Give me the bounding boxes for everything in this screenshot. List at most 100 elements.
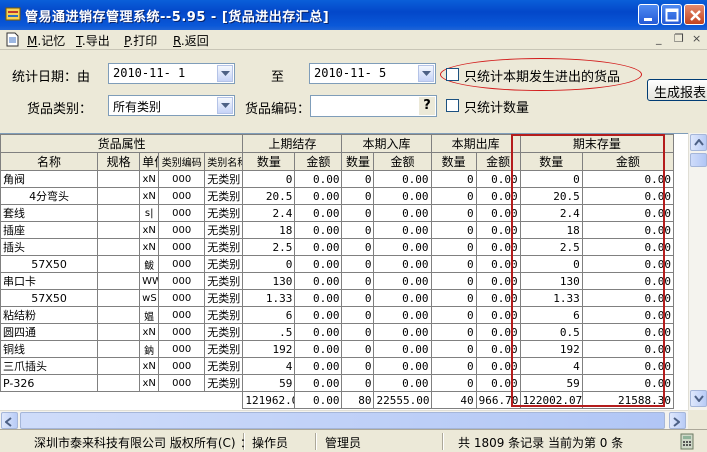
mdi-restore-button[interactable]: ❐ xyxy=(674,32,684,45)
table-cell[interactable]: 0.00 xyxy=(475,374,521,392)
table-cell[interactable]: 18 xyxy=(242,221,296,239)
table-cell[interactable]: 鈉 xyxy=(139,340,160,358)
table-cell[interactable]: xN xyxy=(139,187,160,205)
table-cell[interactable]: 无类别 xyxy=(204,221,244,239)
table-cell[interactable]: 0 xyxy=(430,187,477,205)
table-cell[interactable]: 1.33 xyxy=(519,289,583,307)
table-cell[interactable]: 0.00 xyxy=(373,238,432,256)
table-cell[interactable]: 18 xyxy=(519,221,583,239)
table-cell[interactable]: 0 xyxy=(341,238,375,256)
table-cell[interactable]: 4 xyxy=(519,357,583,375)
table-cell[interactable]: 0 xyxy=(341,255,375,273)
table-cell[interactable] xyxy=(97,374,141,392)
chevron-down-icon[interactable] xyxy=(418,65,434,82)
table-cell[interactable]: 0 xyxy=(341,272,375,290)
table-cell[interactable]: 0.00 xyxy=(294,187,343,205)
table-cell[interactable]: 0.00 xyxy=(475,272,521,290)
date-from-combo[interactable]: 2010-11- 1 xyxy=(108,63,235,84)
table-cell[interactable]: 0 xyxy=(341,170,375,188)
table-cell[interactable]: 0.00 xyxy=(373,340,432,358)
table-row[interactable]: 粘结粉媪 000 无类别 6 0.00 0 0.00 0 0.00 6 0.00 xyxy=(0,306,675,324)
table-cell[interactable]: 0 xyxy=(430,221,477,239)
table-cell[interactable]: 无类别 xyxy=(204,187,244,205)
table-cell[interactable]: 0 xyxy=(242,255,296,273)
table-cell[interactable]: 0.00 xyxy=(294,340,343,358)
table-cell[interactable]: 4分弯头 xyxy=(0,187,99,205)
table-cell[interactable]: 0 xyxy=(341,357,375,375)
table-cell[interactable]: 0 xyxy=(341,289,375,307)
table-cell[interactable]: 0 xyxy=(430,238,477,256)
table-cell[interactable]: xN xyxy=(139,170,160,188)
code-input[interactable]: ? xyxy=(310,95,437,117)
table-row[interactable]: 铜线鈉 000 无类别 192 0.00 0 0.00 0 0.00 192 0.00 xyxy=(0,340,675,358)
column-header[interactable]: 数量 xyxy=(242,152,296,171)
column-header[interactable]: 金额 xyxy=(581,152,675,171)
table-row[interactable]: 4分弯头 xN 000 无类别 20.5 0.00 0 0.00 0 0.00 20.5 0.00 xyxy=(0,187,675,205)
table-row[interactable]: 插头 xN 000 无类别 2.5 0.00 0 0.00 0 0.00 2.5 0.00 xyxy=(0,238,675,256)
table-cell[interactable]: s| xyxy=(139,204,160,222)
table-cell[interactable]: 无类别 xyxy=(204,306,244,324)
table-row[interactable]: 套线 s| 000 无类别 2.4 0.00 0 0.00 0 0.00 2.4 0.00 xyxy=(0,204,675,222)
table-cell[interactable]: 媪 xyxy=(139,306,160,324)
table-cell[interactable]: 无类别 xyxy=(204,357,244,375)
table-row[interactable]: 57X50 鲅 000 无类别 0 0.00 0 0.00 0 0.00 0 0.00 xyxy=(0,255,675,273)
table-cell[interactable]: 0.00 xyxy=(294,204,343,222)
chevron-down-icon[interactable] xyxy=(217,65,233,82)
table-cell[interactable]: 0.00 xyxy=(373,255,432,273)
minimize-button[interactable] xyxy=(638,4,659,25)
table-cell[interactable]: 0.00 xyxy=(373,204,432,222)
table-cell[interactable]: 000 xyxy=(158,238,206,256)
table-cell[interactable] xyxy=(97,323,141,341)
table-cell[interactable]: 000 xyxy=(158,323,206,341)
table-cell[interactable]: 圆四通 xyxy=(0,323,99,341)
table-cell[interactable]: 0.00 xyxy=(581,357,675,375)
table-cell[interactable]: 0 xyxy=(519,170,583,188)
table-cell[interactable]: 2.5 xyxy=(242,238,296,256)
only-period-checkbox[interactable] xyxy=(446,68,459,81)
table-cell[interactable]: 0.00 xyxy=(581,289,675,307)
table-cell[interactable]: 0 xyxy=(430,289,477,307)
table-cell[interactable]: 0.00 xyxy=(581,204,675,222)
table-cell[interactable]: 1.33 xyxy=(242,289,296,307)
table-cell[interactable]: 2.4 xyxy=(242,204,296,222)
table-cell[interactable]: 0 xyxy=(341,187,375,205)
column-header[interactable]: 规格 xyxy=(97,152,141,171)
table-cell[interactable]: 0 xyxy=(341,340,375,358)
table-cell[interactable]: 2.4 xyxy=(519,204,583,222)
table-cell[interactable]: 0.00 xyxy=(581,374,675,392)
chevron-down-icon[interactable] xyxy=(217,97,233,114)
table-cell[interactable]: 000 xyxy=(158,306,206,324)
table-cell[interactable]: 0.00 xyxy=(581,323,675,341)
table-cell[interactable]: 插座 xyxy=(0,221,99,239)
table-row[interactable]: 三爪插头 xN 000 无类别 4 0.00 0 0.00 0 0.00 4 0.00 xyxy=(0,357,675,375)
table-cell[interactable]: 0.00 xyxy=(475,357,521,375)
mdi-minimize-button[interactable]: _ xyxy=(656,32,662,45)
table-cell[interactable]: 0 xyxy=(341,306,375,324)
table-cell[interactable]: 0 xyxy=(430,340,477,358)
table-cell[interactable] xyxy=(97,170,141,188)
table-cell[interactable]: 无类别 xyxy=(204,170,244,188)
table-cell[interactable]: 59 xyxy=(519,374,583,392)
column-header[interactable]: 金额 xyxy=(373,152,432,171)
table-cell[interactable] xyxy=(97,340,141,358)
table-cell[interactable]: 无类别 xyxy=(204,204,244,222)
menu-print[interactable]: P.打印 xyxy=(124,32,157,49)
vertical-scroll-thumb[interactable] xyxy=(690,153,707,167)
generate-report-button[interactable]: 生成报表 xyxy=(647,79,707,101)
table-cell[interactable]: 0.00 xyxy=(475,323,521,341)
table-cell[interactable]: 130 xyxy=(242,272,296,290)
vertical-scrollbar[interactable] xyxy=(688,133,707,410)
table-cell[interactable]: 59 xyxy=(242,374,296,392)
close-button[interactable] xyxy=(684,4,705,25)
table-cell[interactable]: 0 xyxy=(430,306,477,324)
table-cell[interactable]: 无类别 xyxy=(204,272,244,290)
table-cell[interactable] xyxy=(97,306,141,324)
horizontal-scrollbar[interactable] xyxy=(0,410,688,429)
table-cell[interactable]: 0 xyxy=(242,170,296,188)
table-cell[interactable]: .5 xyxy=(242,323,296,341)
table-cell[interactable]: wS xyxy=(139,289,160,307)
table-cell[interactable]: 粘结粉 xyxy=(0,306,99,324)
table-cell[interactable]: 无类别 xyxy=(204,323,244,341)
table-cell[interactable]: 0.00 xyxy=(475,187,521,205)
table-cell[interactable]: 6 xyxy=(519,306,583,324)
